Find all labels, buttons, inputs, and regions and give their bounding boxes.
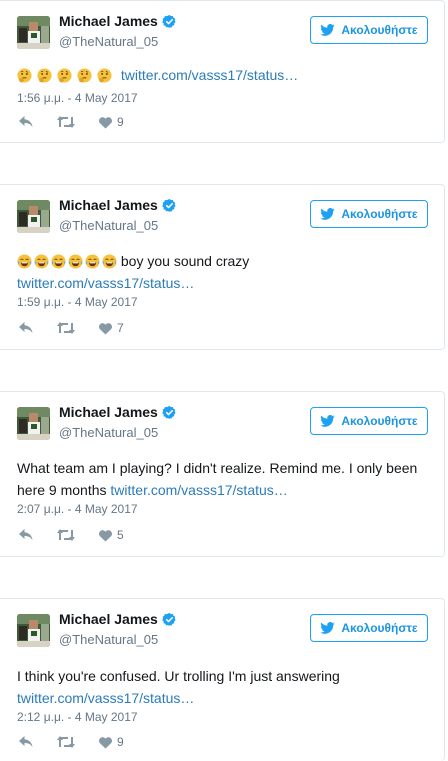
like-button[interactable]: 9	[98, 735, 124, 749]
author-handle[interactable]: @TheNatural_05	[59, 425, 158, 440]
follow-label: Ακολουθήστε	[341, 621, 418, 635]
reply-icon	[18, 321, 34, 335]
tweet-link[interactable]: twitter.com/vasss17/status…	[121, 67, 298, 83]
like-count: 7	[117, 321, 124, 335]
retweet-icon	[56, 528, 76, 542]
avatar[interactable]	[17, 614, 50, 647]
retweet-button[interactable]	[56, 115, 76, 129]
reply-button[interactable]	[18, 528, 34, 542]
reply-button[interactable]	[18, 115, 34, 129]
tweet-card: Michael James @TheNatural_05 Ακολουθήστε…	[0, 184, 445, 350]
author-handle[interactable]: @TheNatural_05	[59, 632, 158, 647]
tweet-body: I think you're confused. Ur trolling I'm…	[17, 668, 340, 684]
follow-label: Ακολουθήστε	[341, 23, 418, 37]
author-name-row[interactable]: Michael James	[59, 13, 177, 29]
like-count: 9	[117, 735, 124, 749]
author-handle[interactable]: @TheNatural_05	[59, 34, 158, 49]
retweet-icon	[56, 321, 76, 335]
author-name[interactable]: Michael James	[59, 13, 158, 29]
like-count: 9	[117, 115, 124, 129]
tweet-actions: 5	[18, 528, 146, 542]
tweet-body: boy you sound crazy	[120, 253, 250, 269]
avatar[interactable]	[17, 16, 50, 49]
tweet-actions: 7	[18, 321, 146, 335]
heart-icon	[98, 322, 113, 335]
tweet-actions: 9	[18, 735, 146, 749]
follow-button[interactable]: Ακολουθήστε	[310, 16, 428, 44]
tweet-text: boy you sound crazy twitter.com/vasss17/…	[17, 250, 432, 294]
author-name[interactable]: Michael James	[59, 197, 158, 213]
emoji-thinking-icon	[17, 67, 121, 83]
reply-icon	[18, 115, 34, 129]
follow-label: Ακολουθήστε	[341, 207, 418, 221]
author-name[interactable]: Michael James	[59, 404, 158, 420]
follow-button[interactable]: Ακολουθήστε	[310, 407, 428, 435]
author-name-row[interactable]: Michael James	[59, 611, 177, 627]
twitter-bird-icon	[320, 415, 335, 427]
emoji-joy-icon	[17, 253, 121, 269]
tweet-link[interactable]: twitter.com/vasss17/status…	[17, 275, 194, 291]
avatar[interactable]	[17, 407, 50, 440]
verified-icon	[162, 405, 177, 420]
like-count: 5	[117, 528, 124, 542]
tweet-link[interactable]: twitter.com/vasss17/status…	[110, 482, 287, 498]
reply-icon	[18, 528, 34, 542]
verified-icon	[162, 198, 177, 213]
tweet-card: Michael James @TheNatural_05 Ακολουθήστε…	[0, 0, 445, 143]
reply-button[interactable]	[18, 735, 34, 749]
follow-button[interactable]: Ακολουθήστε	[310, 614, 428, 642]
tweet-timestamp[interactable]: 2:12 μ.μ. - 4 May 2017	[17, 710, 138, 724]
heart-icon	[98, 736, 113, 749]
follow-button[interactable]: Ακολουθήστε	[310, 200, 428, 228]
tweet-card: Michael James @TheNatural_05 Ακολουθήστε…	[0, 598, 445, 761]
retweet-button[interactable]	[56, 735, 76, 749]
author-name[interactable]: Michael James	[59, 611, 158, 627]
reply-button[interactable]	[18, 321, 34, 335]
retweet-icon	[56, 735, 76, 749]
tweet-text: I think you're confused. Ur trolling I'm…	[17, 665, 432, 709]
twitter-bird-icon	[320, 208, 335, 220]
retweet-button[interactable]	[56, 321, 76, 335]
retweet-button[interactable]	[56, 528, 76, 542]
tweet-timestamp[interactable]: 1:59 μ.μ. - 4 May 2017	[17, 295, 138, 309]
tweet-timestamp[interactable]: 1:56 μ.μ. - 4 May 2017	[17, 91, 138, 105]
tweet-text: twitter.com/vasss17/status…	[17, 64, 432, 86]
avatar[interactable]	[17, 200, 50, 233]
follow-label: Ακολουθήστε	[341, 414, 418, 428]
like-button[interactable]: 5	[98, 528, 124, 542]
author-name-row[interactable]: Michael James	[59, 197, 177, 213]
twitter-bird-icon	[320, 24, 335, 36]
reply-icon	[18, 735, 34, 749]
verified-icon	[162, 14, 177, 29]
heart-icon	[98, 529, 113, 542]
like-button[interactable]: 9	[98, 115, 124, 129]
heart-icon	[98, 116, 113, 129]
tweet-link[interactable]: twitter.com/vasss17/status…	[17, 690, 194, 706]
tweet-card: Michael James @TheNatural_05 Ακολουθήστε…	[0, 391, 445, 557]
author-name-row[interactable]: Michael James	[59, 404, 177, 420]
author-handle[interactable]: @TheNatural_05	[59, 218, 158, 233]
tweet-text: What team am I playing? I didn't realize…	[17, 457, 432, 501]
twitter-bird-icon	[320, 622, 335, 634]
like-button[interactable]: 7	[98, 321, 124, 335]
tweet-timestamp[interactable]: 2:07 μ.μ. - 4 May 2017	[17, 502, 138, 516]
tweet-actions: 9	[18, 115, 146, 129]
retweet-icon	[56, 115, 76, 129]
verified-icon	[162, 612, 177, 627]
